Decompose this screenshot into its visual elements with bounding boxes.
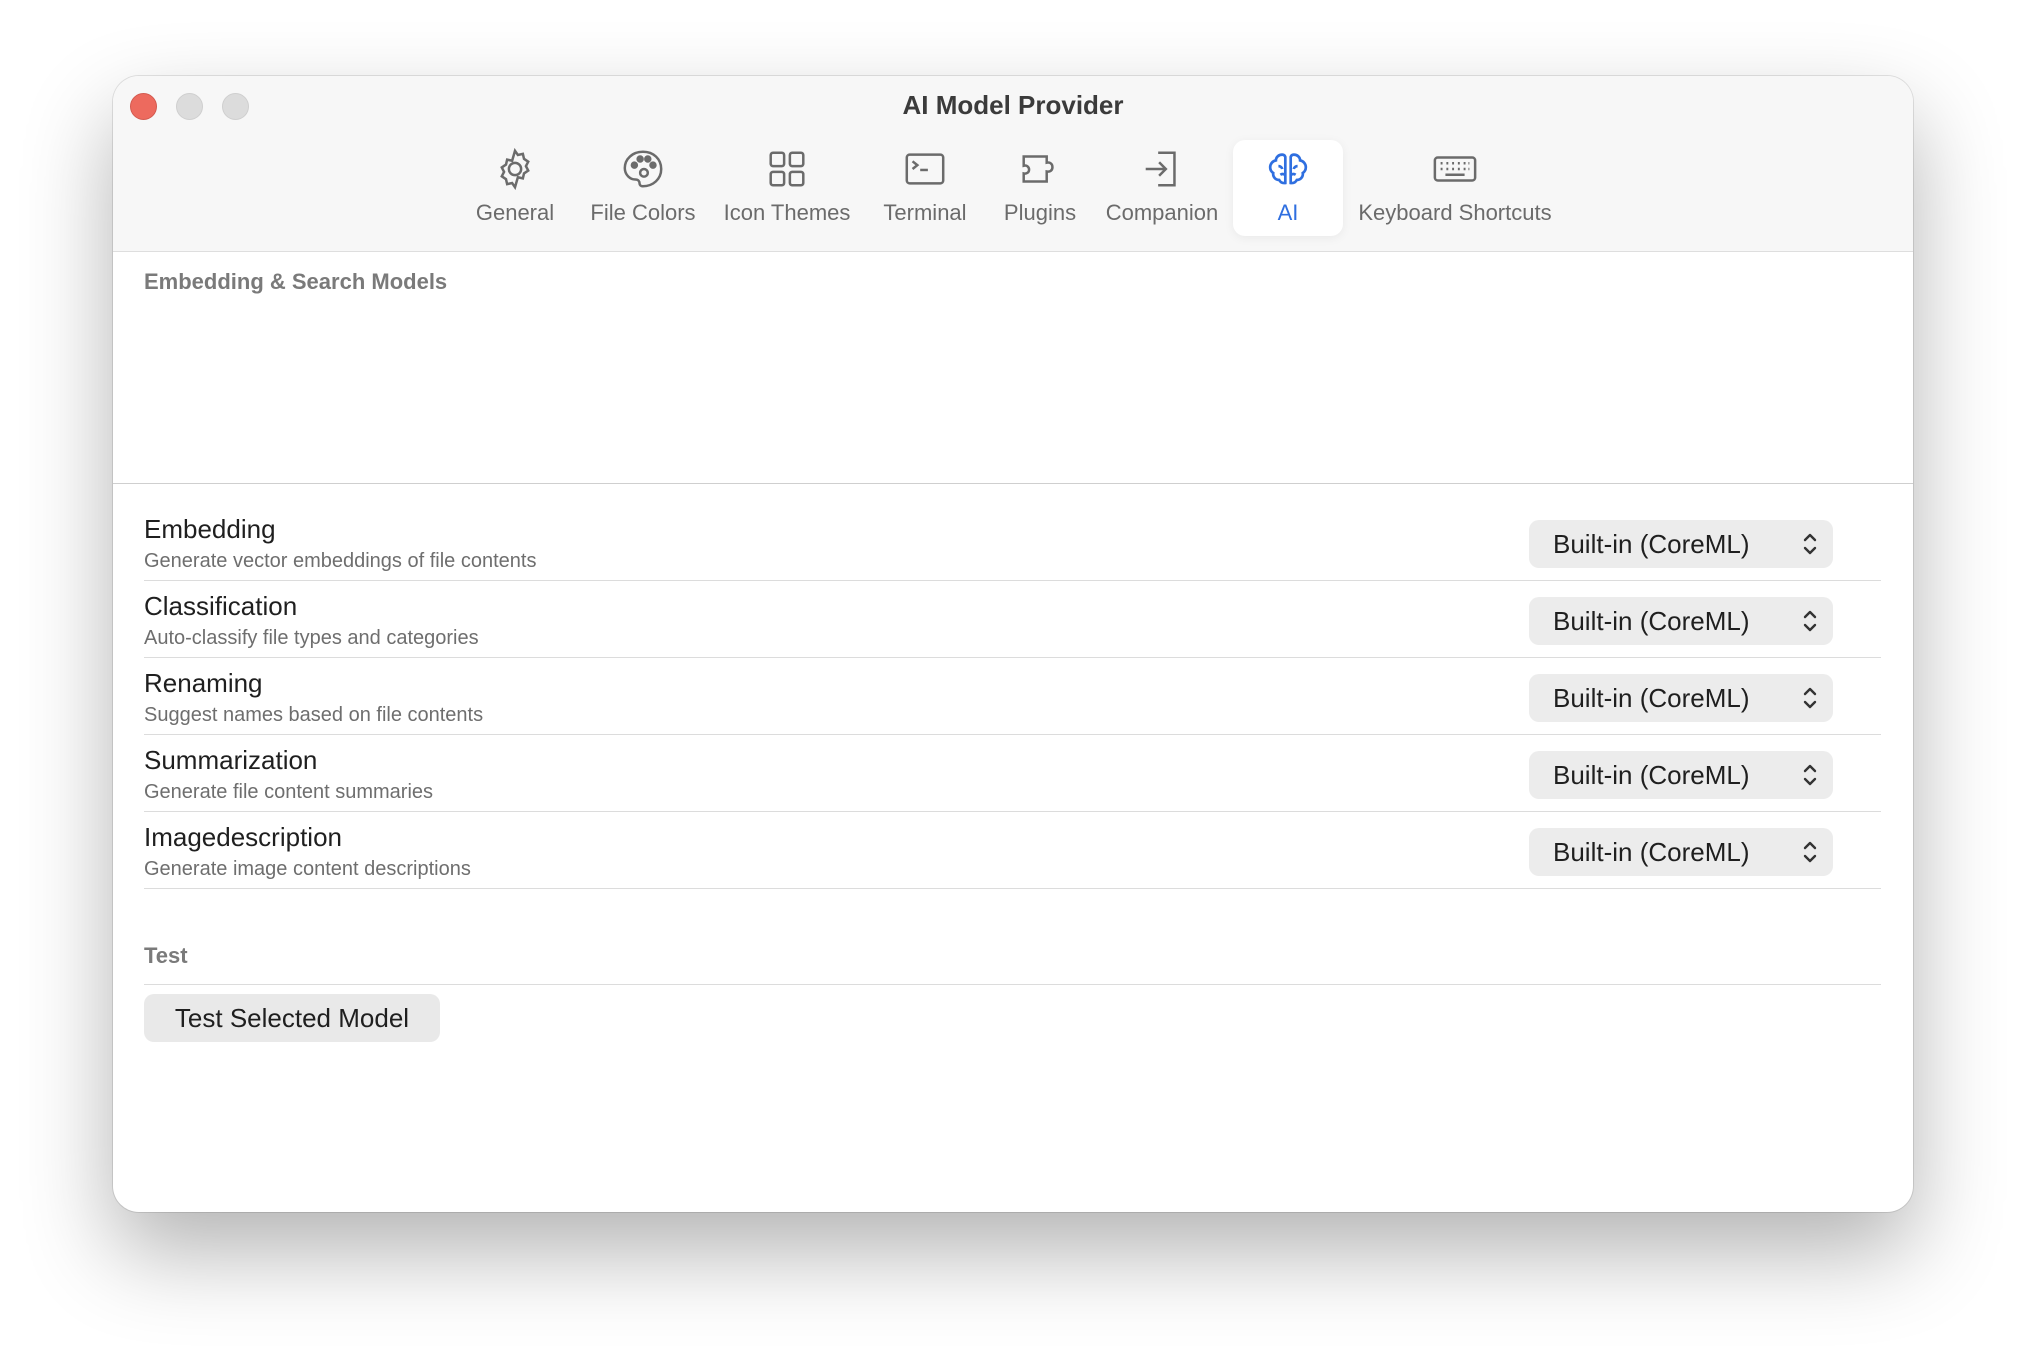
row-divider <box>144 580 1881 581</box>
tab-label: Icon Themes <box>723 200 851 225</box>
chevron-up-down-icon <box>1803 841 1817 863</box>
chevron-up-down-icon <box>1803 687 1817 709</box>
tab-keyboard-shortcuts[interactable]: Keyboard Shortcuts <box>1349 140 1561 236</box>
tab-general[interactable]: General <box>453 140 577 236</box>
model-row-subtitle: Suggest names based on file contents <box>144 704 484 726</box>
test-section-label: Test <box>144 943 188 968</box>
embedding-section-label: Embedding & Search Models <box>144 269 448 294</box>
grid-icon <box>709 146 865 198</box>
select-value: Built-in (CoreML) <box>1553 837 1750 867</box>
window-title: AI Model Provider <box>902 90 1124 120</box>
select-value: Built-in (CoreML) <box>1553 683 1750 713</box>
test-selected-model-button[interactable]: Test Selected Model <box>144 994 440 1042</box>
tab-label: General <box>475 200 555 225</box>
keyboard-icon <box>1349 146 1561 198</box>
tab-icon-themes[interactable]: Icon Themes <box>709 140 865 236</box>
tab-file-colors[interactable]: File Colors <box>577 140 709 236</box>
tab-label: Companion <box>1105 200 1219 225</box>
row-divider <box>144 734 1881 735</box>
model-row-title: Renaming <box>144 668 263 698</box>
tab-plugins[interactable]: Plugins <box>985 140 1095 236</box>
section-divider <box>113 483 1913 484</box>
model-row-subtitle: Generate image content descriptions <box>144 858 471 880</box>
model-row-subtitle: Generate vector embeddings of file conte… <box>144 550 537 572</box>
classification-model-select[interactable]: Built-in (CoreML) <box>1529 597 1833 645</box>
row-divider <box>144 811 1881 812</box>
row-divider <box>144 888 1881 889</box>
summarization-model-select[interactable]: Built-in (CoreML) <box>1529 751 1833 799</box>
select-value: Built-in (CoreML) <box>1553 760 1750 790</box>
puzzle-icon <box>985 146 1095 198</box>
tab-label: Terminal <box>883 200 967 225</box>
chevron-up-down-icon <box>1803 610 1817 632</box>
tab-label: Plugins <box>1003 200 1077 225</box>
model-row-title: Imagedescription <box>144 822 342 852</box>
settings-window: AI Model Provider General File Colors Ic… <box>113 76 1913 1212</box>
terminal-icon <box>865 146 985 198</box>
row-divider <box>144 657 1881 658</box>
select-value: Built-in (CoreML) <box>1553 529 1750 559</box>
tab-companion[interactable]: Companion <box>1095 140 1229 236</box>
palette-icon <box>577 146 709 198</box>
renaming-model-select[interactable]: Built-in (CoreML) <box>1529 674 1833 722</box>
embedding-model-select[interactable]: Built-in (CoreML) <box>1529 520 1833 568</box>
test-divider <box>144 984 1881 985</box>
toolbar: AI Model Provider General File Colors Ic… <box>113 76 1913 252</box>
gear-icon <box>453 146 577 198</box>
tab-terminal[interactable]: Terminal <box>865 140 985 236</box>
select-value: Built-in (CoreML) <box>1553 606 1750 636</box>
imagedescription-model-select[interactable]: Built-in (CoreML) <box>1529 828 1833 876</box>
model-row-title: Classification <box>144 591 298 621</box>
tab-label: File Colors <box>590 200 696 225</box>
chevron-up-down-icon <box>1803 764 1817 786</box>
model-row-subtitle: Auto-classify file types and categories <box>144 627 479 649</box>
model-row-title: Summarization <box>144 745 318 775</box>
model-row-title: Embedding <box>144 514 276 544</box>
sign-in-icon <box>1095 146 1229 198</box>
model-row-subtitle: Generate file content summaries <box>144 781 434 803</box>
brain-icon <box>1233 146 1343 198</box>
chevron-up-down-icon <box>1803 533 1817 555</box>
tab-ai[interactable]: AI <box>1233 140 1343 236</box>
tab-label: AI <box>1277 200 1299 225</box>
tab-label: Keyboard Shortcuts <box>1358 200 1552 225</box>
